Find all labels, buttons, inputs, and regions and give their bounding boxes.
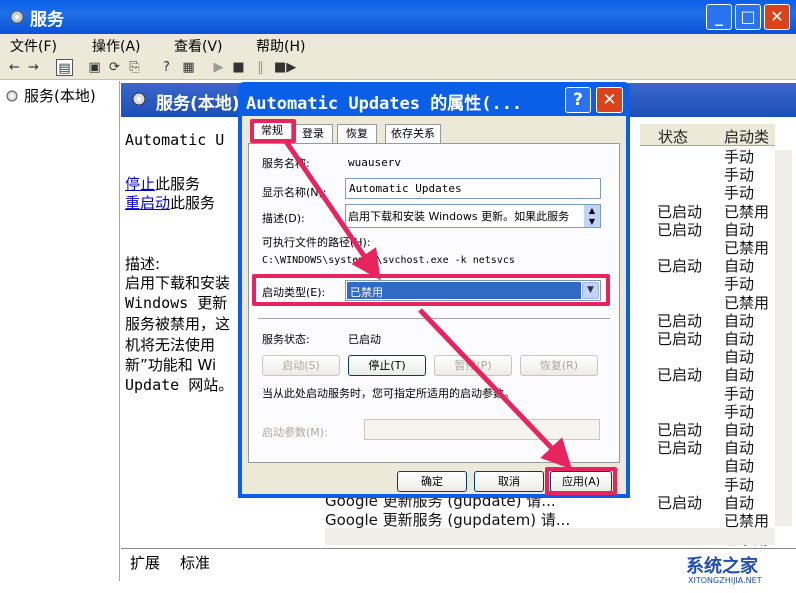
ok-button[interactable]: 确定 xyxy=(397,471,467,492)
watermark-text: 系统之家 xyxy=(686,556,758,577)
forward-icon[interactable]: → xyxy=(25,59,42,76)
help-button[interactable]: ? xyxy=(565,87,591,113)
description-value: 启用下载和安装 Windows 更新。如果此服务 xyxy=(348,210,570,223)
properties-icon[interactable]: ▣ xyxy=(86,59,103,76)
params-input[interactable] xyxy=(364,419,600,440)
params-label: 启动参数(M): xyxy=(262,426,328,439)
row-status: 已启动 xyxy=(657,366,703,385)
refresh-icon[interactable]: ⟳ xyxy=(106,59,123,76)
show-tree-icon[interactable]: ▤ xyxy=(56,59,73,76)
service-status-label: 服务状态: xyxy=(262,333,310,346)
path-label: 可执行文件的路径(H): xyxy=(262,236,371,249)
console-icon[interactable]: ▦ xyxy=(180,59,197,76)
restart-suffix: 此服务 xyxy=(170,194,216,212)
resume-button[interactable]: 恢复(R) xyxy=(520,355,598,376)
description-line: 启用下载和安装 xyxy=(125,274,231,292)
display-name-value: Automatic Updates xyxy=(349,182,462,195)
pause-button[interactable]: 暂停(P) xyxy=(434,355,512,376)
back-icon[interactable]: ← xyxy=(6,59,23,76)
description-line: Windows 更新 xyxy=(125,294,228,312)
description-field-label: 描述(D): xyxy=(262,212,305,225)
tab-recovery[interactable]: 恢复 xyxy=(337,124,377,144)
row-status: 已启动 xyxy=(657,439,703,458)
tab-general-highlight xyxy=(250,119,296,143)
apply-highlight xyxy=(545,467,617,495)
service-name-label: 服务名称: xyxy=(262,157,310,170)
dialog-close-button[interactable]: ✕ xyxy=(596,87,623,113)
tab-dependencies[interactable]: 依存关系 xyxy=(385,124,441,144)
services-gear-icon xyxy=(10,10,24,24)
services-gear-icon xyxy=(6,90,18,102)
display-name-label: 显示名称(N): xyxy=(262,186,327,199)
selected-service-name: Automatic U xyxy=(125,131,225,149)
maximize-button[interactable]: □ xyxy=(735,4,761,30)
tab-extended[interactable]: 扩展 xyxy=(130,552,160,573)
close-button[interactable]: ✕ xyxy=(764,4,790,30)
tab-divider xyxy=(121,548,796,549)
params-hint: 当从此处启动服务时，您可指定所适用的启动参数。 xyxy=(262,387,515,400)
tab-logon[interactable]: 登录 xyxy=(293,124,333,144)
cancel-button[interactable]: 取消 xyxy=(474,471,544,492)
minimize-button[interactable]: _ xyxy=(706,4,732,30)
stop-service-link[interactable]: 停止 xyxy=(125,175,155,193)
column-startup-type[interactable]: 启动类 xyxy=(724,126,769,147)
vertical-scrollbar[interactable] xyxy=(775,150,792,526)
separator xyxy=(258,318,610,319)
row-status: 已启动 xyxy=(657,493,703,512)
pane-title: 服务(本地) xyxy=(156,94,240,114)
service-status-value: 已启动 xyxy=(348,333,381,346)
pause-icon[interactable]: ‖ xyxy=(252,59,269,76)
description-label: 描述: xyxy=(125,255,161,273)
stop-button[interactable]: 停止(T) xyxy=(348,355,426,376)
horizontal-scrollbar[interactable] xyxy=(325,528,775,545)
restart-icon[interactable]: ■▶ xyxy=(274,59,296,76)
row-status: 已启动 xyxy=(657,220,703,239)
restart-service-link[interactable]: 重启动 xyxy=(125,194,170,212)
list-item-gupdatem[interactable]: Google 更新服务 (gupdatem) 请... xyxy=(325,509,570,530)
tree-item-services-local[interactable]: 服务(本地) xyxy=(24,85,96,106)
play-icon[interactable]: ▶ xyxy=(210,59,227,76)
description-line: Update 网站。 xyxy=(125,376,234,394)
description-line: 新”功能和 Wi xyxy=(125,356,217,374)
watermark-sub: XITONGZHIJIA.NET xyxy=(688,576,762,585)
startup-type-highlight xyxy=(252,274,610,306)
start-button[interactable]: 启动(S) xyxy=(262,355,340,376)
help-icon[interactable]: ? xyxy=(158,59,175,76)
stop-suffix: 此服务 xyxy=(155,175,201,193)
services-gear-icon xyxy=(132,92,146,106)
row-status: 已启动 xyxy=(657,330,703,348)
column-status[interactable]: 状态 xyxy=(658,126,688,147)
service-name: Google 更新服务 (gupdatem) xyxy=(325,511,537,529)
row-status: 已启动 xyxy=(657,257,703,276)
description-scroll[interactable]: ▲ ▼ xyxy=(584,205,600,227)
tree-pane xyxy=(0,81,120,581)
description-line: 服务被禁用，这 xyxy=(125,315,231,333)
description-line: 机将无法使用 xyxy=(125,336,216,354)
menu-file[interactable]: 文件(F) xyxy=(10,36,57,56)
window-title: 服务 xyxy=(30,10,64,30)
dialog-title: Automatic Updates 的属性(... xyxy=(246,94,523,114)
title-bar xyxy=(0,0,796,34)
service-desc: 请... xyxy=(540,511,571,529)
tab-standard[interactable]: 标准 xyxy=(180,552,210,573)
menu-help[interactable]: 帮助(H) xyxy=(256,36,305,56)
menu-view[interactable]: 查看(V) xyxy=(174,36,223,56)
menu-action[interactable]: 操作(A) xyxy=(92,36,141,56)
service-name-value: wuauserv xyxy=(348,156,401,169)
export-icon[interactable]: ⎘ xyxy=(126,59,143,76)
stop-icon[interactable]: ■ xyxy=(230,59,247,76)
path-value: C:\WINDOWS\system32\svchost.exe -k netsv… xyxy=(262,255,515,266)
